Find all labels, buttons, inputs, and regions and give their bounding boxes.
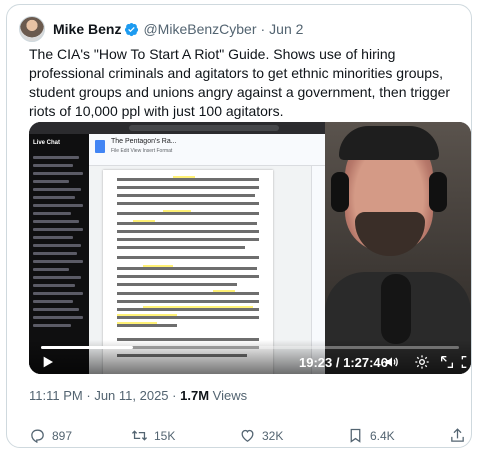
- settings-icon[interactable]: [414, 354, 430, 370]
- speaker-cap: [339, 126, 439, 160]
- repost-count: 15K: [154, 428, 176, 443]
- doc-text-line: [117, 178, 259, 181]
- post-timestamp[interactable]: 11:11 PM · Jun 11, 2025 · 1.7M Views: [29, 388, 247, 403]
- video-controls: 19:23 / 1:27:46: [29, 340, 471, 374]
- bookmark-icon: [350, 428, 361, 443]
- minimize-player-icon[interactable]: [439, 354, 455, 370]
- doc-text-line: [117, 212, 259, 215]
- tweet-card[interactable]: Mike Benz @MikeBenzCyber · Jun 2 The CIA…: [6, 4, 472, 448]
- browser-bar: [29, 122, 325, 134]
- chat-line: [33, 204, 83, 207]
- post-date[interactable]: Jun 2: [269, 21, 303, 37]
- headphone-right: [429, 172, 447, 212]
- chat-line: [33, 188, 81, 191]
- live-chat-title: Live Chat: [33, 140, 61, 146]
- views-count: 1.7M: [180, 388, 210, 403]
- verified-badge-icon: [125, 22, 139, 36]
- doc-text-line: [117, 186, 259, 189]
- chat-line: [33, 284, 75, 287]
- chat-line: [33, 260, 83, 263]
- doc-text-line: [117, 300, 259, 303]
- chat-line: [33, 228, 83, 231]
- document-menu: File Edit View Insert Format: [111, 148, 173, 154]
- fullscreen-icon[interactable]: [461, 354, 469, 370]
- share-button[interactable]: [449, 427, 471, 444]
- chat-line: [33, 172, 83, 175]
- tweet-text: The CIA's "How To Start A Riot" Guide. S…: [29, 46, 454, 119]
- post-time: 11:11 PM: [29, 388, 83, 403]
- volume-icon[interactable]: [384, 354, 400, 370]
- doc-text-line: [117, 222, 257, 225]
- doc-text-line: [117, 238, 259, 241]
- screen-recording: Live Chat The Pentagon's Ra... File Edit…: [29, 122, 325, 374]
- chat-line: [33, 324, 71, 327]
- microphone: [381, 274, 411, 344]
- chat-line: [33, 180, 69, 183]
- reply-count: 897: [52, 428, 73, 443]
- speaker-beard: [355, 212, 425, 256]
- video-player[interactable]: Live Chat The Pentagon's Ra... File Edit…: [29, 122, 471, 374]
- doc-text-line: [117, 324, 177, 327]
- bookmark-button[interactable]: 6.4K: [347, 427, 395, 444]
- post-full-date: Jun 11, 2025: [94, 388, 169, 403]
- author-handle[interactable]: @MikeBenzCyber: [143, 21, 256, 37]
- like-count: 32K: [262, 428, 284, 443]
- action-bar: 897 15K 32K 6.4K: [29, 427, 465, 447]
- separator-dot: ·: [260, 21, 266, 37]
- doc-text-line: [117, 308, 259, 311]
- views-label: Views: [212, 388, 248, 403]
- repost-icon: [131, 430, 148, 441]
- headphone-left: [331, 172, 349, 212]
- doc-text-line: [117, 202, 259, 205]
- chat-line: [33, 292, 83, 295]
- bookmark-count: 6.4K: [370, 428, 395, 443]
- document-window: The Pentagon's Ra... File Edit View Inse…: [89, 134, 325, 374]
- chat-line: [33, 316, 83, 319]
- chat-line: [33, 252, 77, 255]
- progress-fill: [41, 346, 133, 349]
- chat-line: [33, 156, 79, 159]
- timestamp-separator: ·: [172, 388, 177, 403]
- doc-text-line: [117, 292, 259, 295]
- doc-text-line: [117, 246, 245, 249]
- chat-line: [33, 196, 75, 199]
- doc-text-line: [117, 194, 255, 197]
- like-button[interactable]: 32K: [239, 427, 283, 444]
- chat-line: [33, 244, 81, 247]
- chat-line: [33, 308, 79, 311]
- doc-text-line: [117, 316, 259, 319]
- tweet-header: Mike Benz @MikeBenzCyber · Jun 2: [19, 15, 303, 43]
- doc-text-line: [117, 230, 259, 233]
- chat-line: [33, 300, 73, 303]
- doc-text-line: [117, 275, 259, 278]
- doc-text-line: [117, 256, 259, 259]
- timestamp-separator: ·: [86, 388, 91, 403]
- chat-line: [33, 236, 73, 239]
- chat-line: [33, 276, 81, 279]
- docs-icon: [95, 140, 105, 153]
- reply-icon: [31, 429, 44, 444]
- doc-text-line: [117, 283, 237, 286]
- play-icon[interactable]: [39, 354, 55, 370]
- doc-text-line: [117, 267, 257, 270]
- heart-icon: [241, 429, 254, 442]
- chat-line: [33, 212, 71, 215]
- live-chat-panel: Live Chat: [29, 134, 89, 374]
- share-icon: [451, 428, 464, 442]
- repost-button[interactable]: 15K: [131, 427, 175, 444]
- reply-button[interactable]: 897: [29, 427, 72, 444]
- webcam-feed: [325, 122, 471, 374]
- video-time: 19:23 / 1:27:46: [299, 355, 388, 370]
- chat-line: [33, 220, 79, 223]
- chat-line: [33, 164, 73, 167]
- progress-bar[interactable]: [41, 346, 459, 349]
- document-title: The Pentagon's Ra...: [111, 138, 177, 145]
- avatar[interactable]: [19, 16, 45, 42]
- chat-line: [33, 268, 69, 271]
- browser-url-bar: [129, 125, 279, 131]
- author-name[interactable]: Mike Benz: [53, 21, 121, 37]
- document-toolbar: The Pentagon's Ra... File Edit View Inse…: [89, 134, 325, 166]
